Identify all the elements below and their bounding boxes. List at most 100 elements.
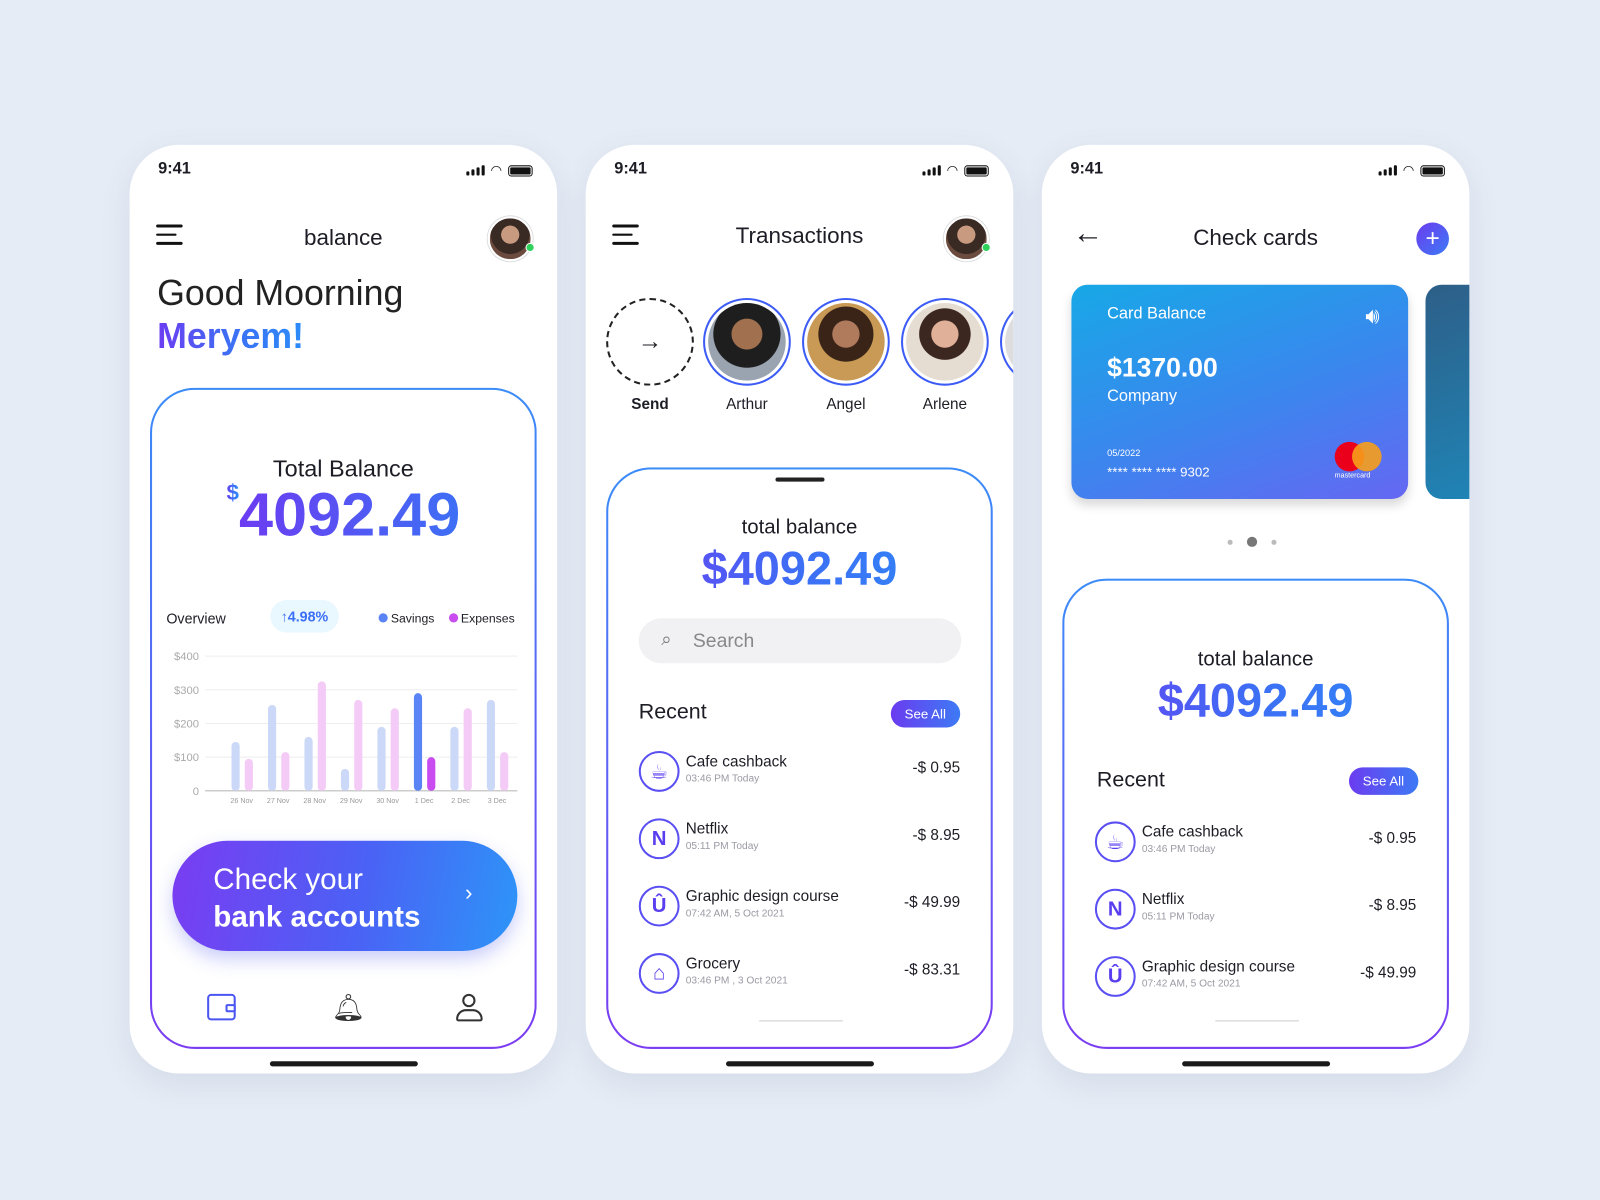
total-value: $4092.49 xyxy=(608,541,991,596)
contact-arlene[interactable]: Arlene xyxy=(901,297,989,413)
transaction-name: Netflix xyxy=(1141,890,1185,909)
transaction-row[interactable]: ☕︎ Cafe cashback 03:46 PM Today -$ 0.95 xyxy=(638,749,961,794)
mastercard-logo: mastercard xyxy=(1334,441,1382,483)
transaction-name: Netflix xyxy=(685,820,729,838)
total-label: Total Balance xyxy=(272,455,414,482)
status-icons: ◠ xyxy=(465,162,533,178)
see-all-button[interactable]: See All xyxy=(890,699,961,728)
transaction-name: Cafe cashback xyxy=(685,753,787,771)
legend-expenses: Expenses xyxy=(448,611,515,626)
search-icon: ⌕ xyxy=(661,628,672,649)
transaction-amount: -$ 83.31 xyxy=(904,961,961,979)
transaction-row[interactable]: ⌂ Grocery 03:46 PM , 3 Oct 2021 -$ 83.31 xyxy=(638,951,961,996)
contact-angel[interactable]: Angel xyxy=(802,297,890,413)
x-tick-label: 3 Dec xyxy=(488,797,507,805)
transaction-row[interactable]: Û Graphic design course 07:42 AM, 5 Oct … xyxy=(1094,954,1417,999)
status-time: 9:41 xyxy=(614,160,647,178)
transaction-time: 07:42 AM, 5 Oct 2021 xyxy=(685,908,785,920)
card-next[interactable] xyxy=(1425,284,1470,499)
status-icons: ◠ xyxy=(922,162,989,178)
transaction-amount: -$ 49.99 xyxy=(1360,964,1417,982)
chevron-right-icon: › xyxy=(464,879,473,906)
x-tick-label: 2 Dec xyxy=(451,797,470,805)
transaction-name: Cafe cashback xyxy=(1141,823,1244,841)
contact-photo xyxy=(807,303,885,381)
card-amount: $1370.00 xyxy=(1107,352,1218,383)
carousel-dot-active[interactable] xyxy=(1246,536,1258,547)
bar-savings xyxy=(304,736,313,791)
bar-savings xyxy=(340,768,350,791)
netflix-icon: N xyxy=(1094,888,1136,930)
legend-savings: Savings xyxy=(378,611,434,626)
wallet-icon[interactable] xyxy=(207,993,236,1021)
add-card-button[interactable]: + xyxy=(1416,222,1449,256)
check-bank-accounts-button[interactable]: Check your bank accounts › xyxy=(172,840,518,952)
bar-expenses xyxy=(244,758,253,791)
y-tick-label: 0 xyxy=(193,786,199,798)
see-all-button[interactable]: See All xyxy=(1348,767,1419,795)
x-tick-label: 29 Nov xyxy=(340,797,363,805)
overview-label: Overview xyxy=(166,610,226,627)
card-expiry: 05/2022 xyxy=(1107,447,1141,459)
transaction-amount: -$ 8.95 xyxy=(1368,896,1417,915)
transaction-time: 07:42 AM, 5 Oct 2021 xyxy=(1141,978,1241,990)
contact-photo xyxy=(708,303,786,381)
carousel-dot[interactable] xyxy=(1227,539,1233,545)
carousel-dots xyxy=(1227,536,1277,547)
transaction-row[interactable]: Û Graphic design course 07:42 AM, 5 Oct … xyxy=(638,884,960,929)
user-icon[interactable] xyxy=(456,993,483,1023)
contact-name: Arthur xyxy=(726,395,768,414)
netflix-icon: N xyxy=(638,818,680,860)
cta-line1: Check your xyxy=(213,863,363,896)
cards-screen: 9:41 ◠ ← Check cards + Card Balance 🔊︎ $… xyxy=(1041,144,1470,1074)
arrow-right-icon: → xyxy=(606,297,694,386)
recent-heading: Recent xyxy=(638,699,707,724)
battery-icon xyxy=(508,164,533,177)
speaker-icon[interactable]: 🔊︎ xyxy=(1365,303,1379,330)
currency-symbol: $ xyxy=(226,479,239,506)
card-company[interactable]: Card Balance 🔊︎ $1370.00 Company 05/2022… xyxy=(1071,284,1409,499)
status-time: 9:41 xyxy=(158,160,191,178)
bar-expenses xyxy=(427,757,436,791)
bar-savings xyxy=(486,699,496,791)
avatar[interactable] xyxy=(487,216,533,262)
search-input[interactable]: ⌕ Search xyxy=(638,618,962,664)
battery-icon xyxy=(1420,164,1445,177)
y-tick-label: $200 xyxy=(174,719,199,731)
balance-card: Total Balance $4092.49 Overview ↑4.98% S… xyxy=(150,388,537,1049)
bar-expenses xyxy=(281,752,290,791)
bell-icon[interactable]: 🔔︎ xyxy=(332,992,366,1024)
wifi-icon: ◠ xyxy=(946,162,959,178)
transaction-name: Graphic design course xyxy=(1141,958,1295,976)
card-type: Company xyxy=(1107,387,1178,406)
send-button[interactable]: → Send xyxy=(606,297,694,413)
transaction-row[interactable]: N Netflix 05:11 PM Today -$ 8.95 xyxy=(638,816,960,861)
udemy-icon: Û xyxy=(638,885,680,927)
total-amount: $4092.49 xyxy=(152,480,535,550)
avatar[interactable] xyxy=(943,216,989,262)
x-tick-label: 1 Dec xyxy=(415,797,434,805)
transaction-amount: -$ 0.95 xyxy=(912,759,961,777)
contact-partial[interactable] xyxy=(999,297,1014,386)
bar-expenses xyxy=(463,708,472,791)
transaction-row[interactable]: ☕︎ Cafe cashback 03:46 PM Today -$ 0.95 xyxy=(1094,819,1417,864)
online-indicator xyxy=(981,242,991,253)
drag-handle[interactable] xyxy=(775,477,825,482)
transaction-time: 03:46 PM Today xyxy=(685,773,760,785)
bar-savings xyxy=(231,741,240,791)
transaction-amount: -$ 0.95 xyxy=(1368,829,1417,847)
y-tick-label: $100 xyxy=(174,752,199,764)
x-tick-label: 28 Nov xyxy=(303,797,326,805)
transaction-row[interactable]: N Netflix 05:11 PM Today -$ 8.95 xyxy=(1094,887,1417,932)
carousel-dot[interactable] xyxy=(1271,539,1277,545)
y-tick-label: $400 xyxy=(174,651,199,663)
card-number: **** **** **** 9302 xyxy=(1107,464,1210,480)
transaction-time: 05:11 PM Today xyxy=(1141,911,1215,923)
contact-arthur[interactable]: Arthur xyxy=(703,297,791,414)
battery-icon xyxy=(964,164,989,177)
contact-photo xyxy=(906,303,984,381)
status-icons: ◠ xyxy=(1378,162,1445,178)
basket-icon: ⌂ xyxy=(638,953,680,994)
balance-panel: total balance $4092.49 ⌕ Search Recent S… xyxy=(606,467,993,1049)
total-label: total balance xyxy=(741,516,858,539)
